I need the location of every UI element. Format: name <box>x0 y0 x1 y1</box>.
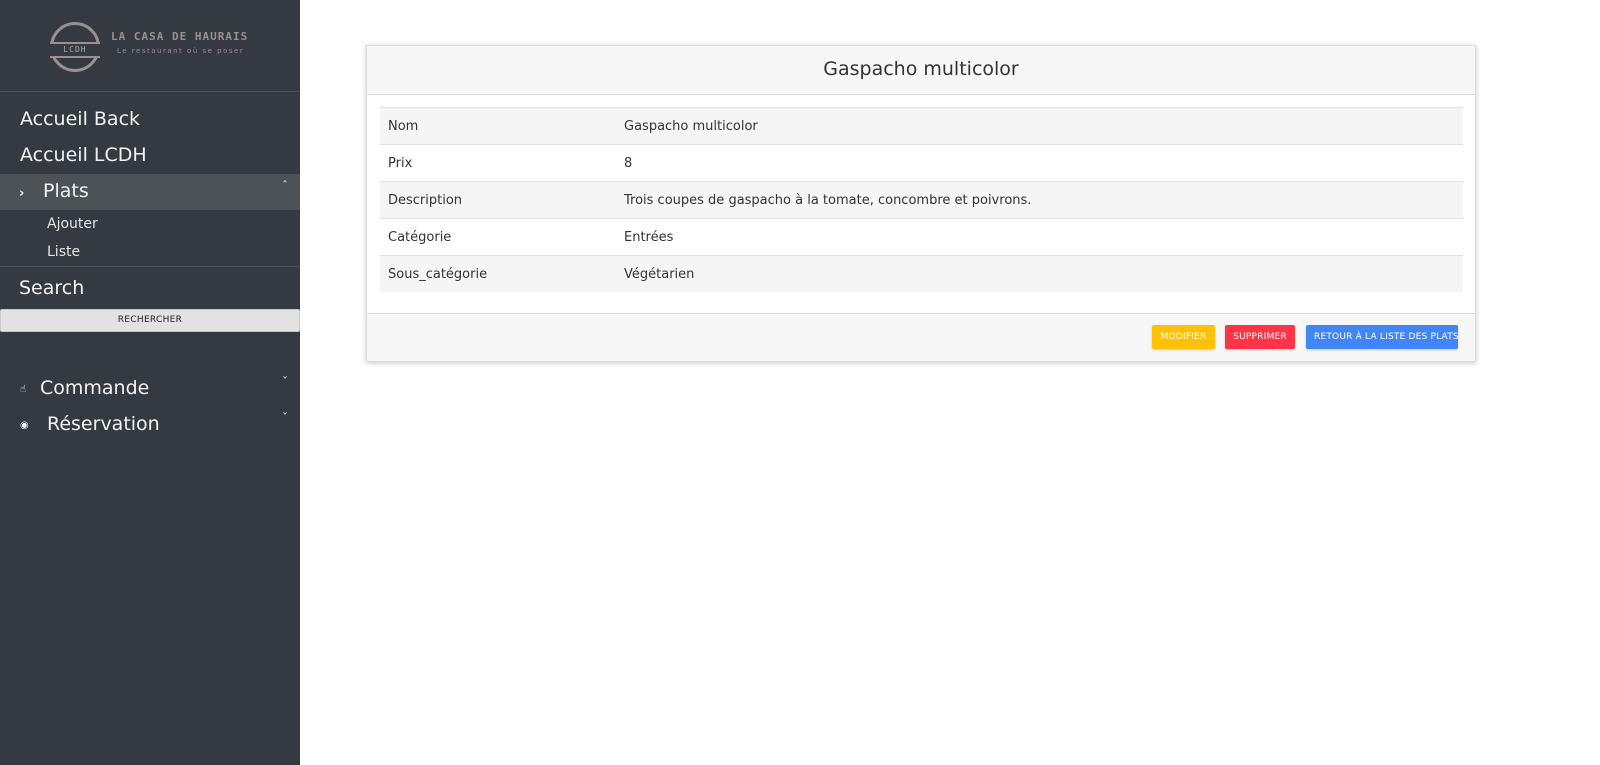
table-row: Sous_catégorie Végétarien <box>380 255 1463 292</box>
sidebar-divider <box>0 266 300 267</box>
sidebar-item-plats[interactable]: › Plats ˆ <box>0 174 300 210</box>
sidebar-item-accueil-lcdh[interactable]: Accueil LCDH <box>20 144 320 166</box>
logo-subtitle: Le restaurant où se poser <box>117 47 245 55</box>
chevron-up-icon: ˆ <box>282 179 288 193</box>
row-value: Trois coupes de gaspacho à la tomate, co… <box>616 181 1463 219</box>
delete-button[interactable]: SUPPRIMER <box>1225 325 1295 349</box>
row-value: Gaspacho multicolor <box>616 107 1463 145</box>
table-row: Catégorie Entrées <box>380 218 1463 256</box>
row-label: Description <box>380 181 616 219</box>
logo-emblem: LCDH <box>50 22 100 72</box>
sidebar: LCDH LA CASA DE HAURAIS Le restaurant où… <box>0 0 300 765</box>
chevron-right-icon: › <box>19 186 25 201</box>
chevron-down-icon: ˇ <box>282 375 288 389</box>
dish-details-table: Nom Gaspacho multicolor Prix 8 Descripti… <box>380 107 1463 292</box>
card-footer: MODIFIER SUPPRIMER RETOUR À LA LISTE DES… <box>367 313 1475 361</box>
search-button[interactable]: RECHERCHER <box>0 309 300 332</box>
row-label: Sous_catégorie <box>380 255 616 292</box>
sidebar-subitem-liste[interactable]: Liste <box>47 244 80 260</box>
modify-button[interactable]: MODIFIER <box>1152 325 1215 349</box>
row-label: Catégorie <box>380 218 616 256</box>
sidebar-subitem-ajouter[interactable]: Ajouter <box>47 216 98 232</box>
sidebar-item-label: Réservation <box>47 413 160 435</box>
sidebar-item-label: Commande <box>40 377 150 399</box>
row-label: Prix <box>380 144 616 182</box>
sidebar-item-label: Plats <box>43 180 89 202</box>
eye-icon: ◉ <box>20 420 29 431</box>
logo-title: LA CASA DE HAURAIS <box>111 30 249 43</box>
table-row: Nom Gaspacho multicolor <box>380 107 1463 145</box>
logo-initials: LCDH <box>50 42 100 58</box>
sidebar-item-reservation[interactable]: ◉ Réservation ˇ <box>0 411 300 443</box>
row-value: Végétarien <box>616 255 1463 292</box>
sidebar-item-commande[interactable]: ☝ Commande ˇ <box>0 375 300 407</box>
card-title: Gaspacho multicolor <box>367 46 1475 95</box>
sidebar-divider <box>0 91 300 92</box>
search-label: Search <box>19 277 85 299</box>
table-row: Prix 8 <box>380 144 1463 182</box>
logo[interactable]: LCDH LA CASA DE HAURAIS Le restaurant où… <box>50 20 260 72</box>
back-to-list-button[interactable]: RETOUR À LA LISTE DES PLATS <box>1306 325 1459 349</box>
table-row: Description Trois coupes de gaspacho à l… <box>380 181 1463 219</box>
sidebar-item-accueil-back[interactable]: Accueil Back <box>20 108 320 130</box>
dish-detail-card: Gaspacho multicolor Nom Gaspacho multico… <box>366 45 1476 362</box>
chevron-down-icon: ˇ <box>282 411 288 425</box>
hand-icon: ☝ <box>20 384 27 395</box>
row-value: 8 <box>616 144 1463 182</box>
row-value: Entrées <box>616 218 1463 256</box>
row-label: Nom <box>380 107 616 145</box>
